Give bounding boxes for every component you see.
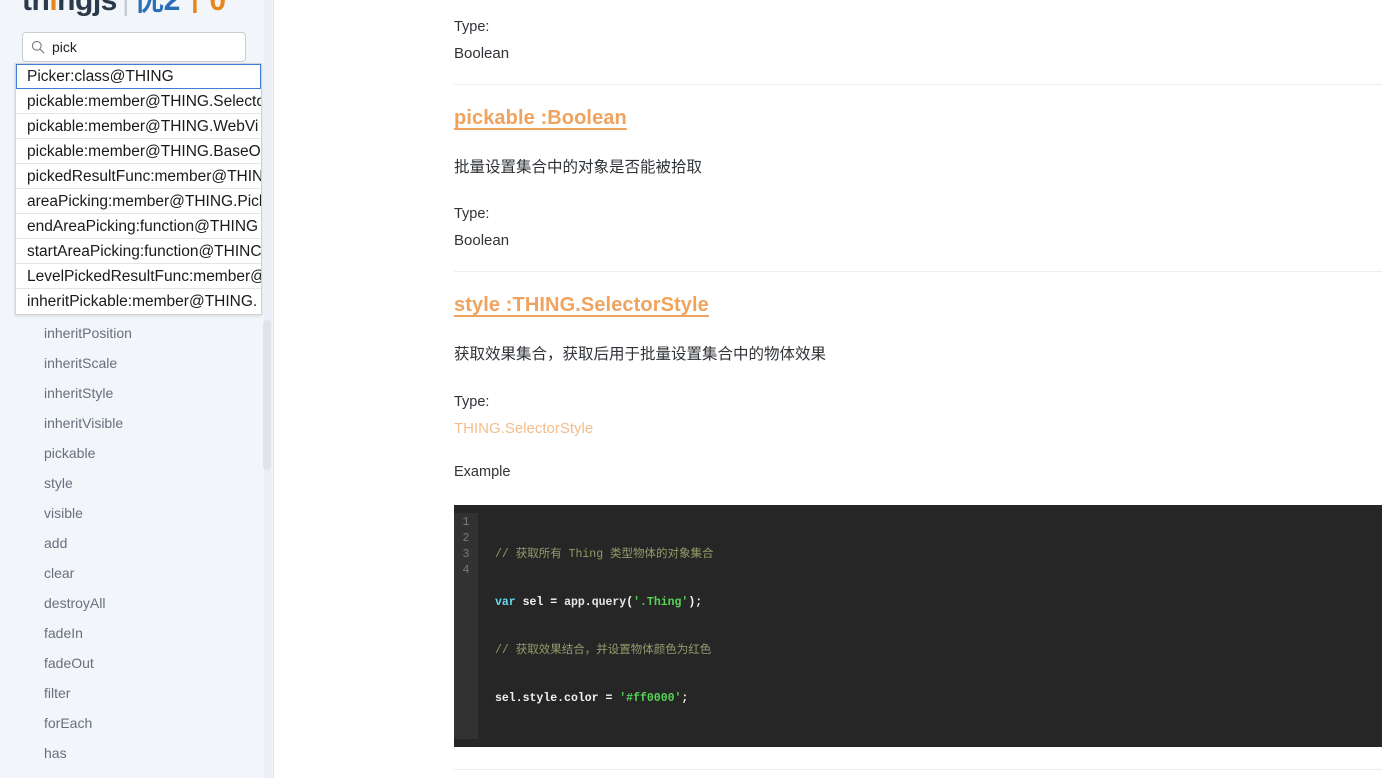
sidebar-item-fadein[interactable]: fadeIn: [22, 618, 266, 648]
suggestion-item-9[interactable]: inheritPickable:member@THING.: [16, 289, 261, 314]
search-container: pick: [22, 32, 246, 62]
sidebar-item-style[interactable]: style: [22, 468, 266, 498]
suggestion-item-5[interactable]: areaPicking:member@THING.Picl: [16, 189, 261, 214]
suggestion-item-7[interactable]: startAreaPicking:function@THINC: [16, 239, 261, 264]
suggestion-item-4[interactable]: pickedResultFunc:member@THIN: [16, 164, 261, 189]
type-label-0: Type:: [454, 19, 490, 35]
section-divider-1: [454, 84, 1382, 85]
sidebar-item-clear[interactable]: clear: [22, 558, 266, 588]
sidebar-item-foreach[interactable]: forEach: [22, 708, 266, 738]
brand-part-4: 优2: [134, 0, 180, 17]
member-description-pickable: 批量设置集合中的对象是否能被拾取: [454, 159, 703, 176]
code-line-number-1: 1: [462, 515, 470, 529]
sidebar-scrollbar-track[interactable]: [263, 0, 272, 778]
code-line-numbers: 1 2 3 4: [454, 512, 478, 739]
code-line-4: sel.style.color = '#ff0000';: [495, 691, 689, 705]
brand-part-2: i: [49, 0, 58, 17]
sidebar-item-inheritvisible-2[interactable]: inheritVisible: [22, 408, 266, 438]
type-label-pickable: Type:: [454, 206, 490, 223]
section-divider-3: [454, 768, 1382, 770]
code-block-style: 1 2 3 4 // 获取所有 Thing 类型物体的对象集合 var sel …: [454, 504, 1382, 747]
sidebar-item-pickable[interactable]: pickable: [22, 438, 266, 468]
doc-section-style: style :THING.SelectorStyle 获取效果集合，获取后用于批…: [454, 294, 1382, 747]
suggestion-item-0[interactable]: Picker:class@THING: [16, 64, 261, 89]
search-input-value: pick: [52, 39, 77, 55]
member-description-style: 获取效果集合，获取后用于批量设置集合中的物体效果: [454, 346, 827, 364]
search-input[interactable]: pick: [22, 32, 246, 62]
sidebar-item-visible[interactable]: visible: [22, 498, 266, 528]
code-line-number-4: 4: [462, 563, 470, 577]
type-value-pickable: Boolean: [454, 232, 510, 250]
sidebar-item-destroyall[interactable]: destroyAll: [22, 588, 266, 618]
sidebar-item-inheritstyle-2[interactable]: inheritStyle: [22, 378, 266, 408]
doc-section-pickable: pickable :Boolean 批量设置集合中的对象是否能被拾取 Type:…: [454, 107, 1382, 249]
sidebar-item-fadeout[interactable]: fadeOut: [22, 648, 266, 678]
sidebar-item-has[interactable]: has: [22, 738, 266, 768]
suggestion-item-8[interactable]: LevelPickedResultFunc:member@: [16, 264, 261, 289]
sidebar: thingjs|优2十0 inheritPickable inheritPosi…: [0, 0, 274, 778]
app-root: thingjs|优2十0 inheritPickable inheritPosi…: [0, 0, 1382, 778]
search-suggestions-dropdown[interactable]: Picker:class@THING pickable:member@THING…: [15, 63, 262, 315]
sidebar-item-inheritposition-2[interactable]: inheritPosition: [22, 318, 266, 348]
brand-part-1: th: [22, 0, 50, 17]
member-heading-pickable[interactable]: pickable :Boolean: [454, 107, 627, 130]
sidebar-item-inheritscale-2[interactable]: inheritScale: [22, 348, 266, 378]
code-line-1: // 获取所有 Thing 类型物体的对象集合: [495, 547, 1382, 563]
main-content: Type: Boolean pickable :Boolean 批量设置集合中的…: [274, 0, 1382, 778]
brand-part-5: 十0: [179, 0, 226, 17]
brand-logo[interactable]: thingjs | 优2十0: [22, 0, 226, 16]
doc-section-previous: Type: Boolean: [454, 19, 1382, 62]
sidebar-item-filter[interactable]: filter: [22, 678, 266, 708]
code-line-3: // 获取效果结合，并设置物体颜色为红色: [495, 643, 1382, 659]
suggestion-item-1[interactable]: pickable:member@THING.Selecto: [16, 89, 261, 114]
code-comment-2: // 获取效果结合，并设置物体颜色为红色: [495, 643, 712, 657]
example-label-style: Example: [454, 463, 511, 480]
type-value-0: Boolean: [454, 45, 510, 62]
suggestion-item-3[interactable]: pickable:member@THING.BaseO: [16, 139, 261, 164]
suggestion-item-2[interactable]: pickable:member@THING.WebVi: [16, 114, 261, 139]
sidebar-item-add[interactable]: add: [22, 528, 266, 558]
code-line-2: var sel = app.query('.Thing');: [495, 595, 703, 609]
brand-part-3: ngjs: [57, 0, 117, 17]
brand-separator: |: [121, 0, 130, 17]
api-doc: Type: Boolean pickable :Boolean 批量设置集合中的…: [454, 0, 1382, 778]
sidebar-scrollbar-thumb[interactable]: [263, 320, 271, 470]
section-divider-2: [454, 271, 1382, 273]
type-value-style[interactable]: THING.SelectorStyle: [454, 420, 1382, 437]
search-icon: [31, 40, 45, 54]
code-line-number-2: 2: [462, 531, 470, 545]
code-lines[interactable]: // 获取所有 Thing 类型物体的对象集合 var sel = app.qu…: [478, 513, 1382, 739]
suggestion-item-6[interactable]: endAreaPicking:function@THING: [16, 214, 261, 239]
member-heading-style[interactable]: style :THING.SelectorStyle: [454, 294, 709, 317]
code-comment-1: // 获取所有 Thing 类型物体的对象集合: [495, 547, 714, 561]
code-line-number-3: 3: [462, 547, 470, 561]
type-label-style: Type:: [454, 393, 490, 410]
